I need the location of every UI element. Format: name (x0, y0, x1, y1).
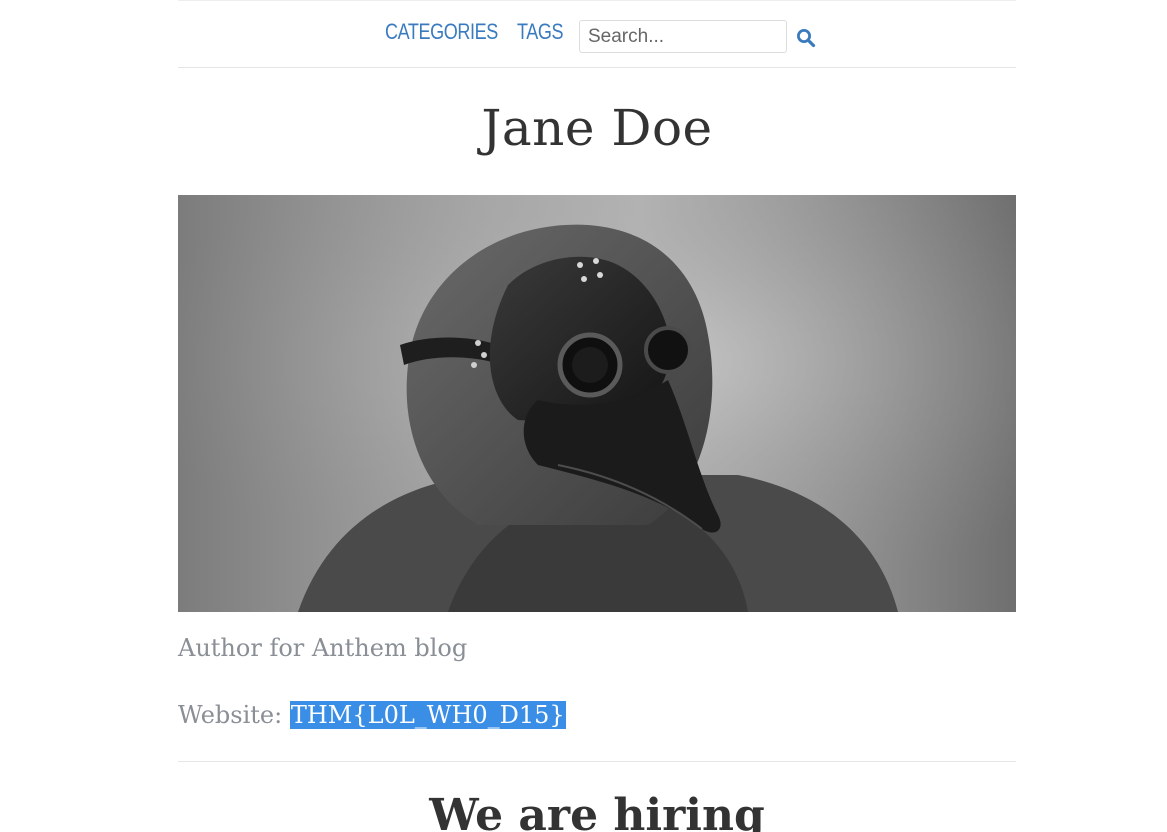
page-container: CATEGORIES TAGS Jane Doe (178, 0, 1016, 832)
hiring-heading: We are hiring (429, 790, 765, 832)
author-website: Website: THM{L0L_WH0_D15} (178, 697, 566, 733)
author-bio: Author for Anthem blog (178, 634, 468, 662)
top-navigation: CATEGORIES TAGS (178, 0, 1016, 68)
website-label: Website: (178, 701, 283, 729)
author-name-title: Jane Doe (481, 99, 713, 157)
website-value[interactable]: THM{L0L_WH0_D15} (289, 701, 566, 729)
search-icon[interactable] (796, 28, 816, 48)
search-input[interactable] (579, 20, 787, 53)
section-divider (178, 761, 1016, 762)
nav-categories-link[interactable]: CATEGORIES (385, 19, 498, 45)
nav-tags-link[interactable]: TAGS (517, 19, 564, 45)
author-photo (178, 195, 1016, 612)
